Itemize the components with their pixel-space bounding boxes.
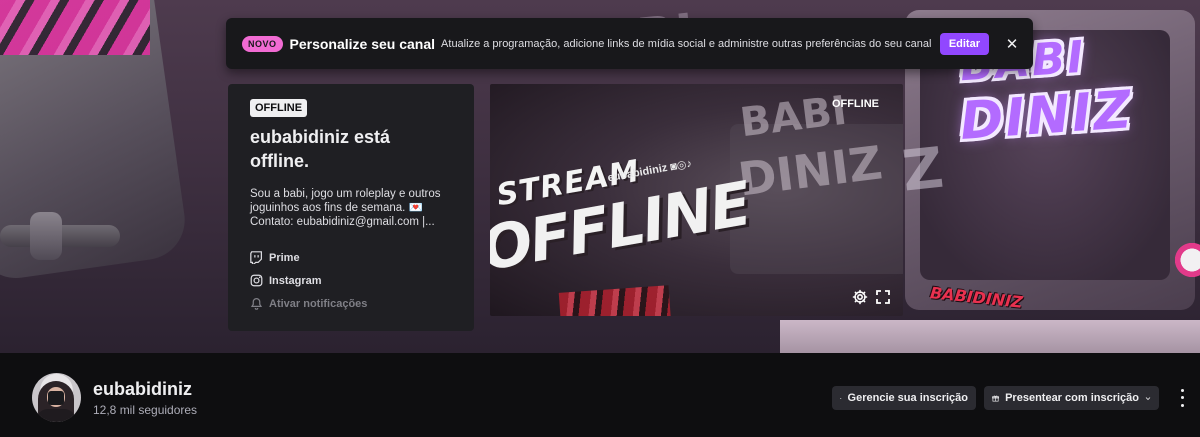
offline-tag: OFFLINE bbox=[250, 99, 308, 117]
offline-headline: eubabidiniz está offline. bbox=[250, 127, 391, 171]
enable-notifications-label: Ativar notificações bbox=[269, 297, 368, 310]
follower-count: 12,8 mil seguidores bbox=[93, 403, 198, 417]
gift-icon bbox=[992, 395, 999, 401]
channel-page: BABI BABI DINIZ BABI DINIZ BABIDINIZ NOV… bbox=[0, 0, 1200, 437]
channel-links: Prime Instagram Ativar notificações bbox=[250, 246, 367, 315]
twitch-prime-icon bbox=[250, 251, 262, 264]
banner-art-desk bbox=[780, 320, 1200, 353]
instagram-link-label: Instagram bbox=[269, 274, 322, 287]
channel-bio: Sou a babi, jogo um roleplay e outros jo… bbox=[250, 187, 452, 229]
edit-button[interactable]: Editar bbox=[939, 32, 989, 55]
bell-icon bbox=[250, 298, 263, 310]
banner-art-knob bbox=[30, 212, 62, 260]
avatar[interactable] bbox=[32, 373, 81, 422]
customize-channel-notification: NOVO Personalize seu canal Atualize a pr… bbox=[226, 18, 1033, 69]
manage-subscription-label: Gerencie sua inscrição bbox=[847, 392, 968, 404]
bio-line: Sou a babi, jogo um roleplay e outros bbox=[250, 188, 441, 200]
banner-art-pink bbox=[0, 0, 150, 55]
prime-link[interactable]: Prime bbox=[250, 246, 367, 269]
gift-subscription-button[interactable]: Presentear com inscrição bbox=[984, 386, 1159, 410]
fullscreen-icon[interactable] bbox=[875, 289, 891, 305]
manage-subscription-button[interactable]: Gerencie sua inscrição bbox=[832, 386, 976, 410]
video-status: OFFLINE bbox=[831, 98, 879, 110]
channel-info-bar: eubabidiniz 12,8 mil seguidores Gerencie… bbox=[0, 353, 1200, 437]
notification-description: Atualize a programação, adicione links d… bbox=[441, 37, 932, 50]
gift-subscription-label: Presentear com inscrição bbox=[1005, 392, 1139, 404]
settings-icon[interactable] bbox=[852, 289, 868, 305]
bio-line: Contato: eubabidiniz@gmail.com |... bbox=[250, 216, 435, 228]
bio-line: joguinhos aos fins de semana. 💌 bbox=[250, 202, 423, 214]
instagram-icon bbox=[250, 274, 263, 287]
notification-title: Personalize seu canal bbox=[289, 35, 436, 52]
offline-card: OFFLINE eubabidiniz está offline. Sou a … bbox=[228, 84, 474, 331]
banner-logo-line2: DINIZ bbox=[958, 80, 1135, 152]
instagram-link[interactable]: Instagram bbox=[250, 269, 367, 292]
chevron-down-icon bbox=[1145, 396, 1151, 400]
enable-notifications-link[interactable]: Ativar notificações bbox=[250, 292, 367, 315]
new-badge: NOVO bbox=[242, 35, 283, 52]
close-icon[interactable]: ✕ bbox=[1005, 35, 1019, 53]
prime-link-label: Prime bbox=[269, 251, 300, 264]
channel-name[interactable]: eubabidiniz bbox=[93, 379, 192, 400]
video-player[interactable]: BABI DINIZ STREAM eubabidiniz ◙◎♪ OFFLIN… bbox=[490, 84, 903, 316]
star-icon bbox=[840, 397, 842, 399]
more-options-icon[interactable] bbox=[1174, 387, 1190, 409]
video-art-red bbox=[558, 285, 672, 316]
